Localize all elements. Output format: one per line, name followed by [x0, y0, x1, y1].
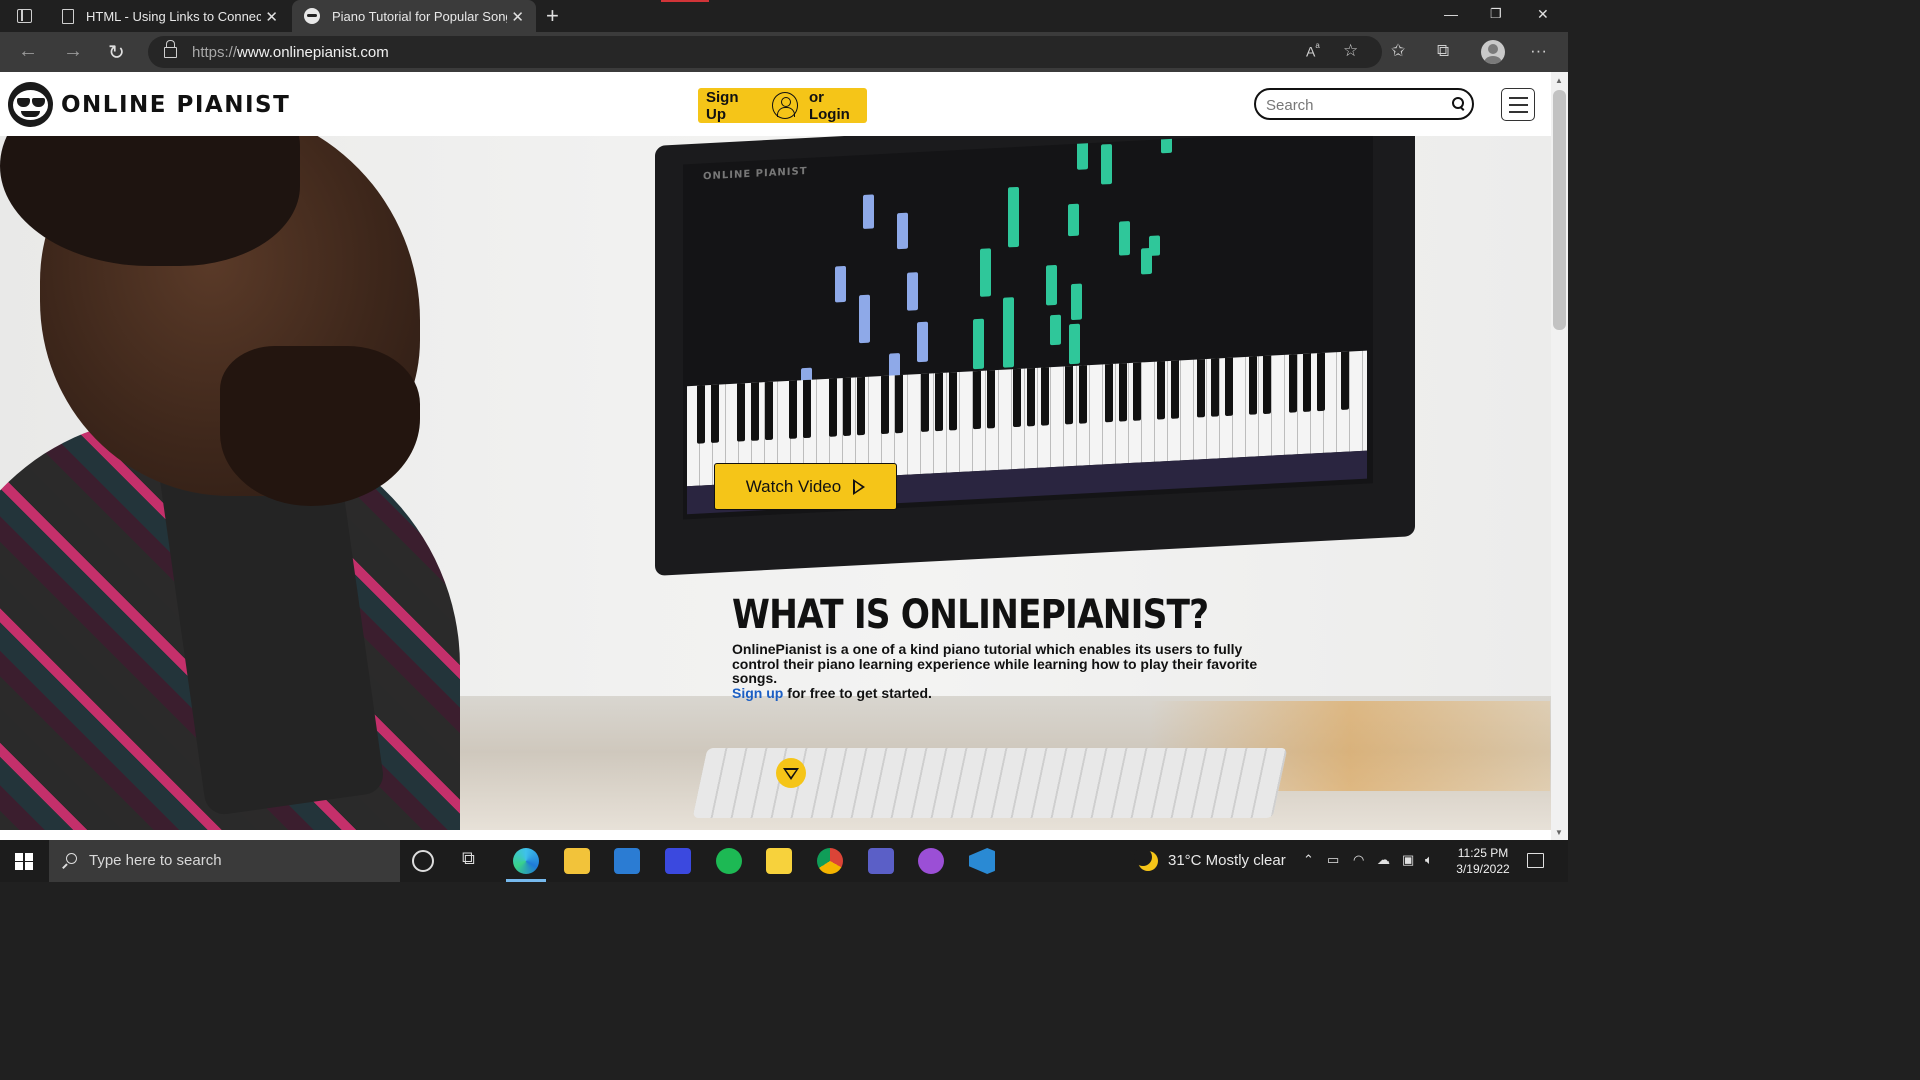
battery-icon[interactable]: ▭ — [1327, 852, 1339, 868]
tab-title: Piano Tutorial for Popular Songs — [332, 8, 507, 24]
discord-icon[interactable] — [918, 848, 944, 874]
tab-actions-icon[interactable] — [17, 9, 32, 23]
wifi-icon[interactable]: ◠ — [1353, 852, 1364, 868]
vscode-icon[interactable] — [969, 848, 995, 874]
about-text: OnlinePianist is a one of a kind piano t… — [732, 641, 1258, 686]
hero-section: ONLINE PIANIST Watch Video WHAT IS ONLIN… — [0, 136, 1551, 830]
browser-toolbar: ← → ↻ https://www.onlinepianist.com Aᵃ ☆… — [0, 32, 1568, 72]
close-icon[interactable]: ✕ — [265, 8, 278, 26]
scroll-thumb[interactable] — [1553, 90, 1566, 330]
weather-text[interactable]: 31°C Mostly clear — [1168, 852, 1286, 869]
site-header: ONLINE PIANIST Sign Up or Login — [0, 72, 1551, 136]
show-hidden-icons-chevron-icon[interactable]: ⌃ — [1303, 852, 1314, 868]
windows-start-icon[interactable] — [15, 853, 33, 870]
search-icon — [63, 853, 77, 867]
reload-icon[interactable]: ↻ — [108, 40, 125, 65]
onedrive-cloud-icon[interactable]: ☁ — [1377, 852, 1390, 868]
edge-icon[interactable] — [513, 848, 539, 874]
page-viewport: ONLINE PIANIST Sign Up or Login ONLINE P… — [0, 72, 1568, 840]
cortana-icon[interactable] — [412, 850, 434, 872]
about-body: OnlinePianist is a one of a kind piano t… — [732, 642, 1292, 700]
url-scheme: https:// — [192, 44, 238, 61]
address-bar[interactable]: https://www.onlinepianist.com — [148, 36, 1382, 68]
app-screenshot: ONLINE PIANIST — [683, 136, 1373, 520]
online-pianist-favicon — [304, 8, 320, 24]
clock-date: 3/19/2022 — [1456, 862, 1510, 876]
teams-icon[interactable] — [868, 848, 894, 874]
tab-title: HTML - Using Links to Connect V — [86, 8, 261, 24]
image-app-icon[interactable] — [665, 848, 691, 874]
device-icon[interactable]: ▣ — [1402, 852, 1414, 868]
lock-icon[interactable] — [164, 40, 177, 58]
taskbar-search-box[interactable]: Type here to search — [49, 840, 400, 882]
url-text[interactable]: https://www.onlinepianist.com — [192, 44, 389, 61]
clock-time: 11:25 PM — [1457, 846, 1509, 860]
play-icon — [853, 478, 866, 495]
collections-icon[interactable]: ⧉ — [1437, 41, 1449, 61]
watch-video-button[interactable]: Watch Video — [714, 463, 897, 510]
more-options-icon[interactable]: ··· — [1530, 41, 1547, 61]
read-aloud-icon[interactable]: Aᵃ — [1306, 41, 1320, 60]
login-label[interactable]: or Login — [809, 89, 867, 123]
scroll-down-icon[interactable]: ▼ — [1555, 828, 1563, 837]
volume-icon[interactable]: 🔈︎ — [1425, 852, 1433, 868]
site-search[interactable] — [1254, 88, 1474, 120]
search-input[interactable] — [1266, 95, 1446, 115]
about-title: WHAT IS ONLINEPIANIST? — [732, 592, 1209, 638]
minimize-icon[interactable]: — — [1444, 6, 1458, 22]
window-close-icon[interactable]: ✕ — [1537, 6, 1549, 23]
page-scrollbar[interactable]: ▲ ▼ — [1551, 72, 1568, 840]
about-tail: for free to get started. — [783, 684, 932, 701]
weather-moon-icon[interactable] — [1134, 848, 1158, 871]
scroll-down-arrow-icon[interactable] — [776, 758, 806, 788]
profile-avatar[interactable] — [1481, 40, 1505, 64]
close-icon[interactable]: ✕ — [511, 8, 524, 26]
taskbar-search-placeholder: Type here to search — [89, 852, 222, 869]
screen-logo-text: ONLINE PIANIST — [703, 165, 808, 183]
about-section: WHAT IS ONLINEPIANIST? OnlinePianist is … — [732, 592, 1292, 700]
signup-label[interactable]: Sign Up — [706, 89, 761, 123]
browser-tab-bar: HTML - Using Links to Connect V ✕ Piano … — [0, 0, 1568, 32]
task-view-icon[interactable]: ⧉ — [462, 848, 488, 874]
spotify-icon[interactable] — [716, 848, 742, 874]
restore-icon[interactable]: ❐ — [1490, 6, 1502, 22]
hamburger-menu-button[interactable] — [1501, 88, 1535, 121]
back-arrow-icon[interactable]: ← — [18, 40, 38, 63]
windows-taskbar: Type here to search ⧉ 31°C Mostly clear … — [0, 840, 1568, 882]
page-icon — [62, 8, 74, 24]
notifications-icon[interactable] — [1527, 853, 1544, 868]
chrome-icon[interactable] — [817, 848, 843, 874]
mail-icon[interactable] — [614, 848, 640, 874]
favorites-icon[interactable]: ✩ — [1391, 41, 1405, 61]
forward-arrow-icon[interactable]: → — [63, 40, 83, 63]
url-host: www.onlinepianist.com — [237, 44, 389, 61]
add-favorite-star-icon[interactable]: ☆ — [1343, 41, 1358, 61]
hero-person-image — [0, 136, 600, 830]
scroll-up-icon[interactable]: ▲ — [1555, 76, 1563, 85]
user-icon — [771, 92, 798, 119]
online-pianist-logo-icon[interactable] — [8, 82, 53, 127]
new-tab-plus-icon[interactable]: + — [546, 3, 559, 29]
taskbar-clock[interactable]: 11:25 PM 3/19/2022 — [1450, 845, 1516, 877]
search-icon[interactable] — [1452, 97, 1464, 109]
active-app-indicator — [506, 879, 546, 882]
browser-tab-piano-tutorial[interactable]: Piano Tutorial for Popular Songs ✕ — [292, 0, 536, 32]
logo-text[interactable]: ONLINE PIANIST — [61, 92, 290, 118]
sticky-notes-icon[interactable] — [766, 848, 792, 874]
browser-tab-html-links[interactable]: HTML - Using Links to Connect V ✕ — [50, 0, 290, 32]
signup-link[interactable]: Sign up — [732, 685, 783, 701]
tab-strip-indicator — [661, 0, 709, 2]
signup-login-button[interactable]: Sign Up or Login — [698, 88, 867, 123]
file-explorer-icon[interactable] — [564, 848, 590, 874]
watch-video-label: Watch Video — [745, 476, 842, 496]
